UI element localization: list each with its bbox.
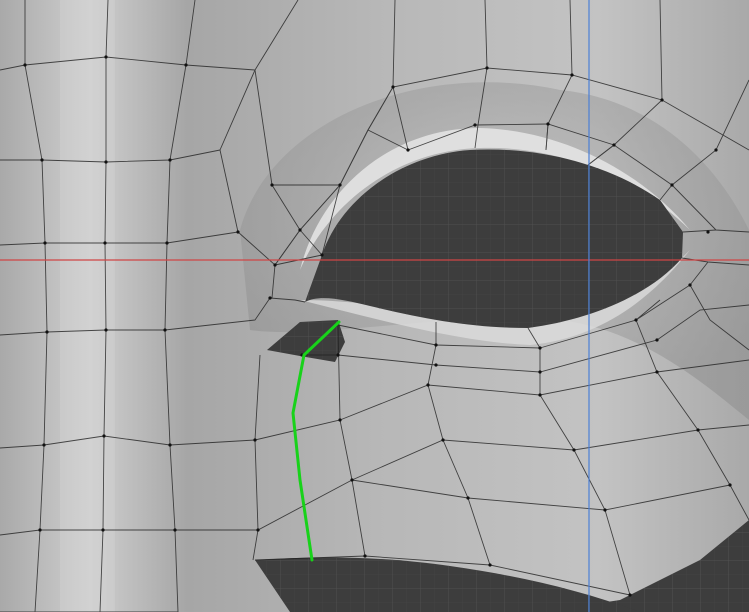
3d-viewport[interactable] (0, 0, 749, 612)
